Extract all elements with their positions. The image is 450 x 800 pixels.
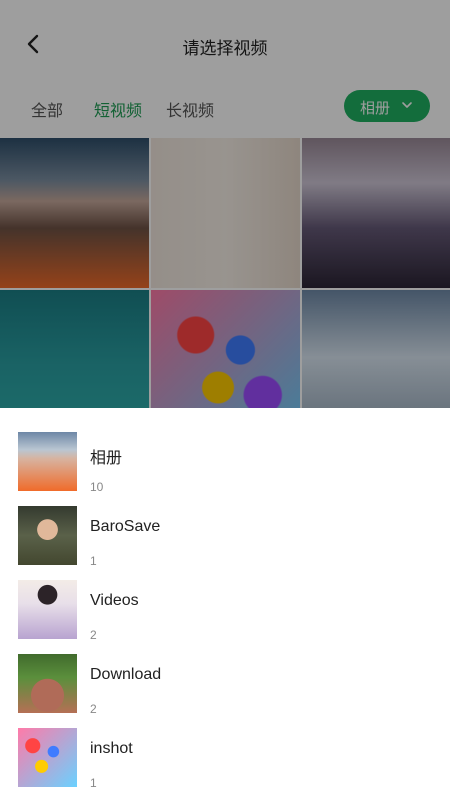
album-item[interactable]: Download 2 xyxy=(0,654,450,728)
album-name: Download xyxy=(90,666,162,683)
album-count: 10 xyxy=(90,480,104,494)
album-count: 2 xyxy=(90,628,97,642)
album-name: BaroSave xyxy=(90,518,161,535)
album-cover xyxy=(18,580,77,639)
video-picker-screen: 请选择视频 全部 短视频 长视频 相册 相册 10 BaroSave 1 Vid… xyxy=(0,0,450,800)
album-count: 2 xyxy=(90,702,97,716)
album-count: 1 xyxy=(90,554,97,568)
album-cover xyxy=(18,506,77,565)
album-count: 1 xyxy=(90,776,97,790)
album-item[interactable]: BaroSave 1 xyxy=(0,506,450,580)
album-name: Videos xyxy=(90,592,139,609)
album-name: inshot xyxy=(90,740,133,757)
album-item[interactable]: inshot 1 xyxy=(0,728,450,800)
album-cover xyxy=(18,654,77,713)
album-item[interactable]: 相册 10 xyxy=(0,432,450,506)
album-name: 相册 xyxy=(90,450,123,467)
album-cover xyxy=(18,432,77,491)
album-cover xyxy=(18,728,77,787)
dim-overlay[interactable] xyxy=(0,0,450,408)
album-item[interactable]: Videos 2 xyxy=(0,580,450,654)
album-list-sheet: 相册 10 BaroSave 1 Videos 2 Download 2 ins… xyxy=(0,408,450,800)
